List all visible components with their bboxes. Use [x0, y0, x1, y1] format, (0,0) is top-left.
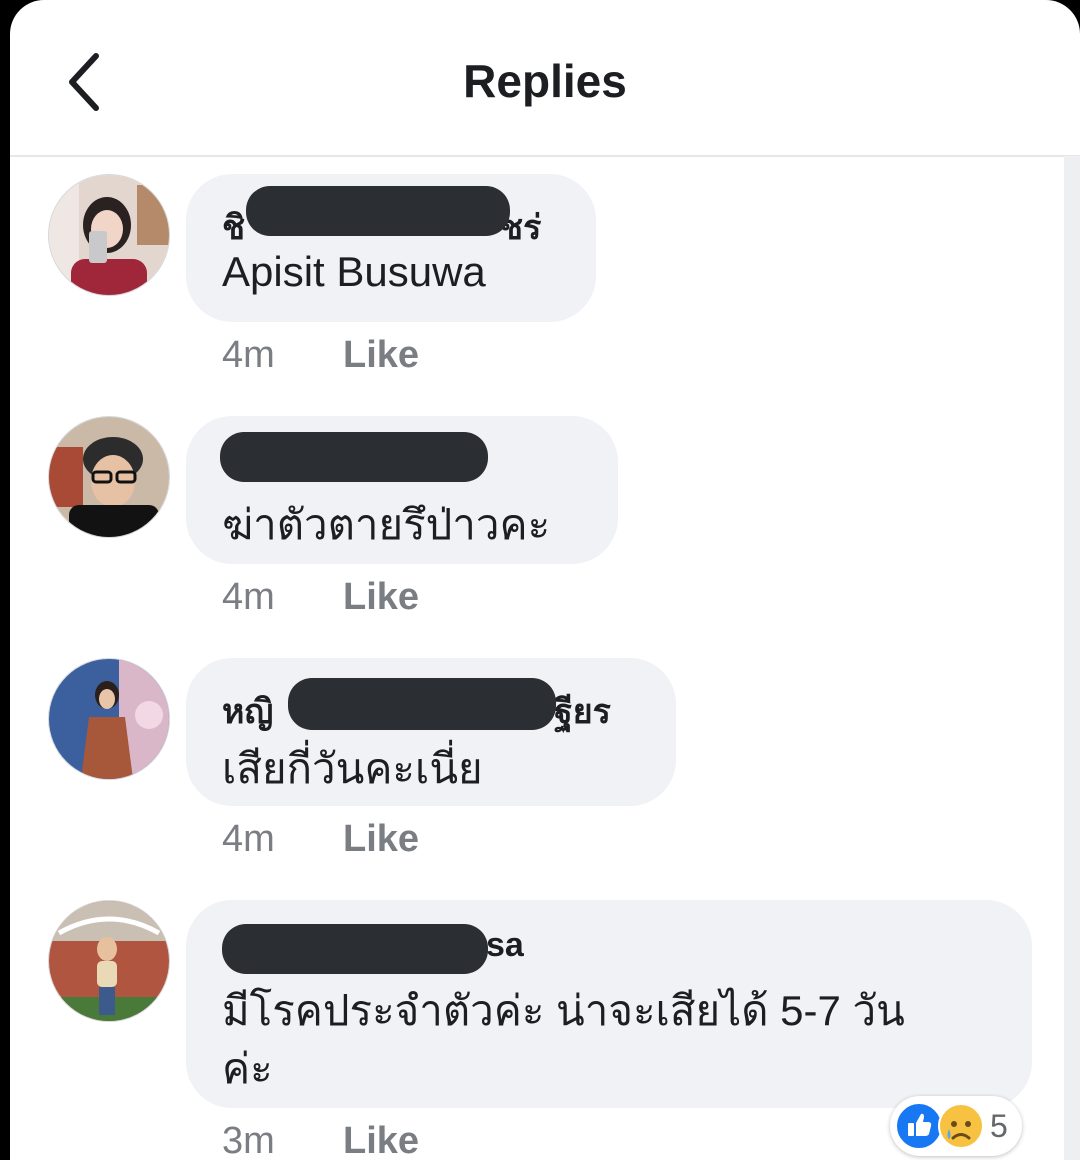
like-button[interactable]: Like	[343, 1120, 419, 1160]
redacted-name	[288, 678, 556, 730]
avatar[interactable]	[48, 658, 170, 780]
avatar[interactable]	[48, 900, 170, 1022]
header: Replies	[10, 0, 1080, 157]
redacted-name	[222, 924, 488, 974]
like-button[interactable]: Like	[343, 334, 419, 377]
reply-time: 4m	[222, 818, 275, 860]
reaction-count: 5	[990, 1108, 1008, 1144]
like-button[interactable]: Like	[343, 818, 419, 861]
like-button[interactable]: Like	[343, 576, 419, 619]
reply-text-line2: ค่ะ	[222, 1045, 273, 1092]
redacted-name	[246, 186, 510, 236]
commenter-name-end[interactable]: ฐียร	[554, 684, 611, 738]
reply-time: 4m	[222, 334, 275, 376]
commenter-name-start[interactable]: หญิ	[222, 684, 273, 738]
reply-time: 3m	[222, 1120, 275, 1160]
reply-text: เสียกี่วันคะเนี่ย	[222, 745, 483, 792]
reply-text: Apisit Busuwa	[222, 248, 486, 295]
sad-reaction-icon	[938, 1103, 984, 1149]
reply-text: ฆ่าตัวตายรึป่าวคะ	[222, 501, 551, 548]
scrollbar[interactable]	[1064, 156, 1080, 1160]
redacted-name	[220, 432, 488, 482]
reply-text-line1: มีโรคประจำตัวค่ะ น่าจะเสียได้ 5-7 วัน	[222, 987, 905, 1034]
commenter-name-end[interactable]: sa	[486, 926, 524, 965]
avatar[interactable]	[48, 174, 170, 296]
page-title: Replies	[463, 55, 627, 107]
reply-time: 4m	[222, 576, 275, 618]
replies-sheet: Replies ชิ ชร่ Apisit Busuwa 4m Like ฆ่า…	[10, 0, 1080, 1160]
avatar[interactable]	[48, 416, 170, 538]
reaction-summary[interactable]: 5	[890, 1096, 1022, 1156]
commenter-name-start[interactable]: ชิ	[222, 200, 245, 254]
